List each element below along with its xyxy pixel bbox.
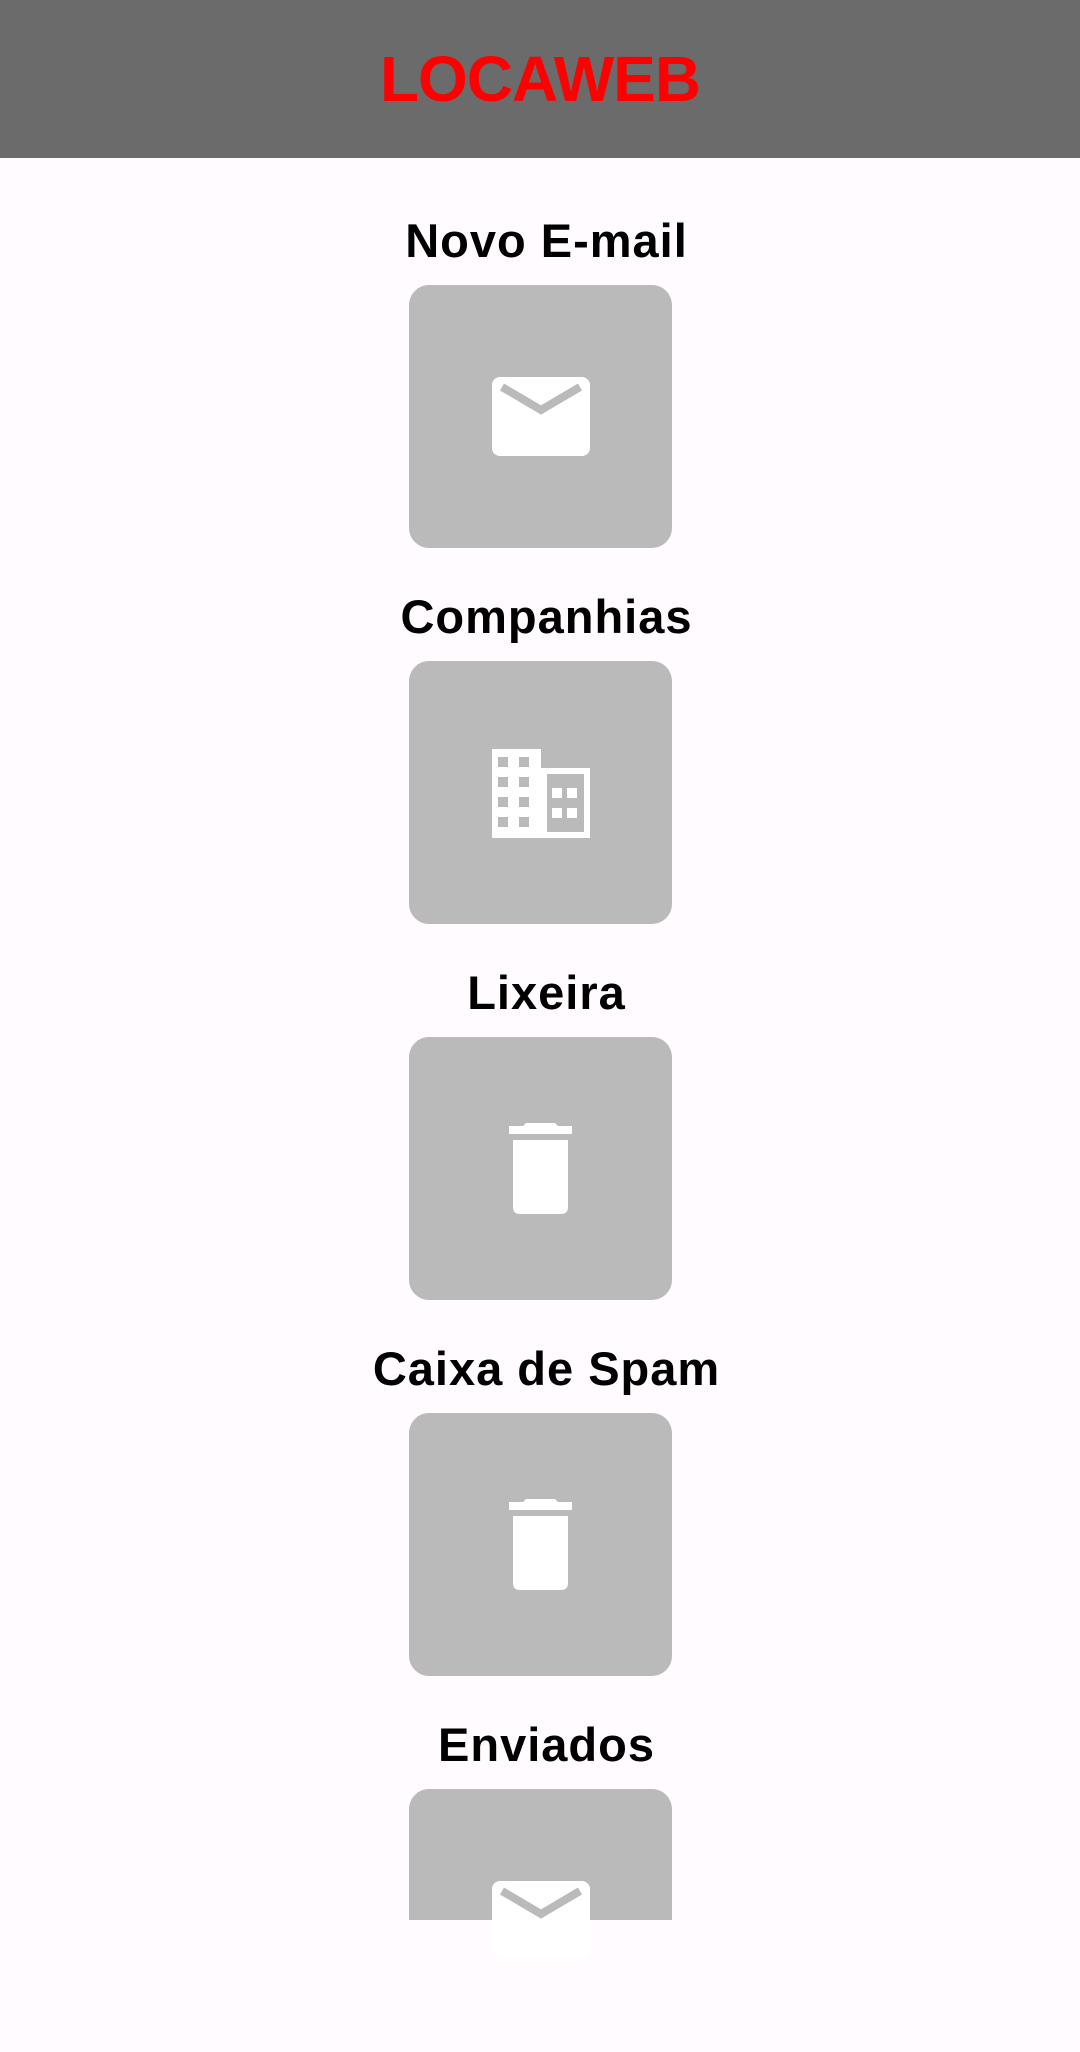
menu-label-novo-email: Novo E-mail xyxy=(405,214,688,267)
mail-icon xyxy=(492,1881,590,1960)
trash-icon xyxy=(509,1499,572,1590)
menu-label-enviados: Enviados xyxy=(438,1718,655,1771)
menu-tile-novo-email[interactable] xyxy=(409,285,672,548)
menu-tile-enviados[interactable] xyxy=(409,1789,672,1960)
menu-label-companhias: Companhias xyxy=(400,590,693,643)
menu-tile-caixa-de-spam[interactable] xyxy=(409,1413,672,1676)
menu-tile-companhias[interactable] xyxy=(409,661,672,924)
mail-icon xyxy=(492,377,590,456)
building-icon xyxy=(492,749,590,838)
menu-tile-lixeira[interactable] xyxy=(409,1037,672,1300)
app-title: LOCAWEB xyxy=(379,43,701,115)
menu-label-caixa-de-spam: Caixa de Spam xyxy=(372,1342,721,1395)
trash-icon xyxy=(509,1123,572,1214)
menu-label-lixeira: Lixeira xyxy=(467,966,626,1019)
